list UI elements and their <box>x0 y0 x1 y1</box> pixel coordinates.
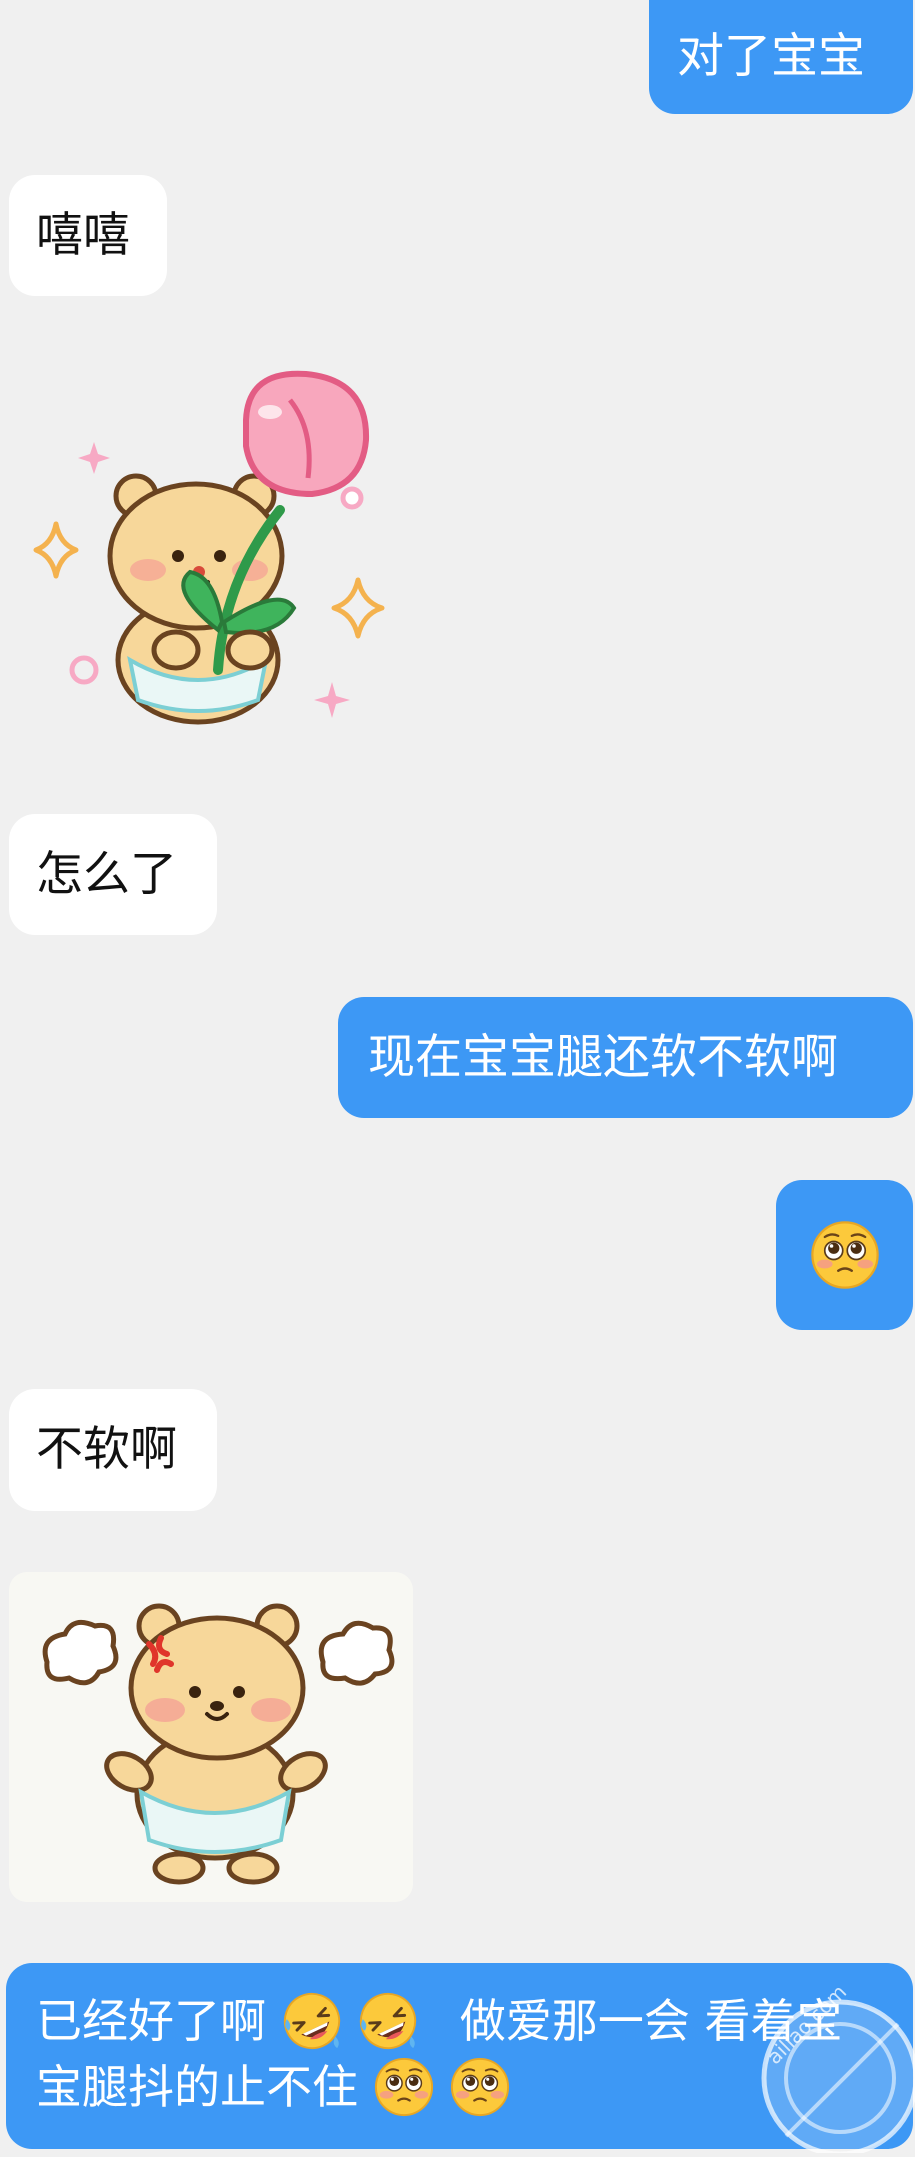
site-watermark: ailiao.com <box>722 1960 915 2157</box>
message-text: 怎么了 <box>36 846 177 902</box>
message-text: 对了宝宝 <box>677 29 865 84</box>
incoming-message-bubble[interactable]: 不软啊 <box>9 1389 217 1511</box>
pleading-face-icon <box>373 2056 435 2118</box>
message-text: 不软啊 <box>36 1422 177 1477</box>
bear-tulip-sticker[interactable] <box>18 360 398 740</box>
incoming-message-bubble[interactable]: 怎么了 <box>9 814 217 935</box>
outgoing-message-bubble[interactable]: 对了宝宝 <box>649 0 913 114</box>
incoming-message-bubble[interactable]: 嘻嘻 <box>9 175 167 296</box>
watermark-logo-icon <box>761 1999 915 2157</box>
pleading-face-icon <box>449 2056 511 2118</box>
outgoing-message-bubble[interactable]: 现在宝宝腿还软不软啊 <box>338 997 913 1118</box>
pleading-face-icon <box>809 1219 881 1291</box>
message-text: 嘻嘻 <box>36 207 130 263</box>
outgoing-message-bubble[interactable] <box>776 1180 913 1330</box>
message-text: 已经好了啊 <box>36 1993 266 2048</box>
message-text: 现在宝宝腿还软不软啊 <box>368 1029 838 1085</box>
rolling-laughing-icon <box>281 1990 343 2052</box>
message-text: 宝腿抖的止不住 <box>36 2059 358 2114</box>
rolling-laughing-icon <box>357 1990 419 2052</box>
angry-bear-sticker[interactable] <box>9 1572 413 1902</box>
